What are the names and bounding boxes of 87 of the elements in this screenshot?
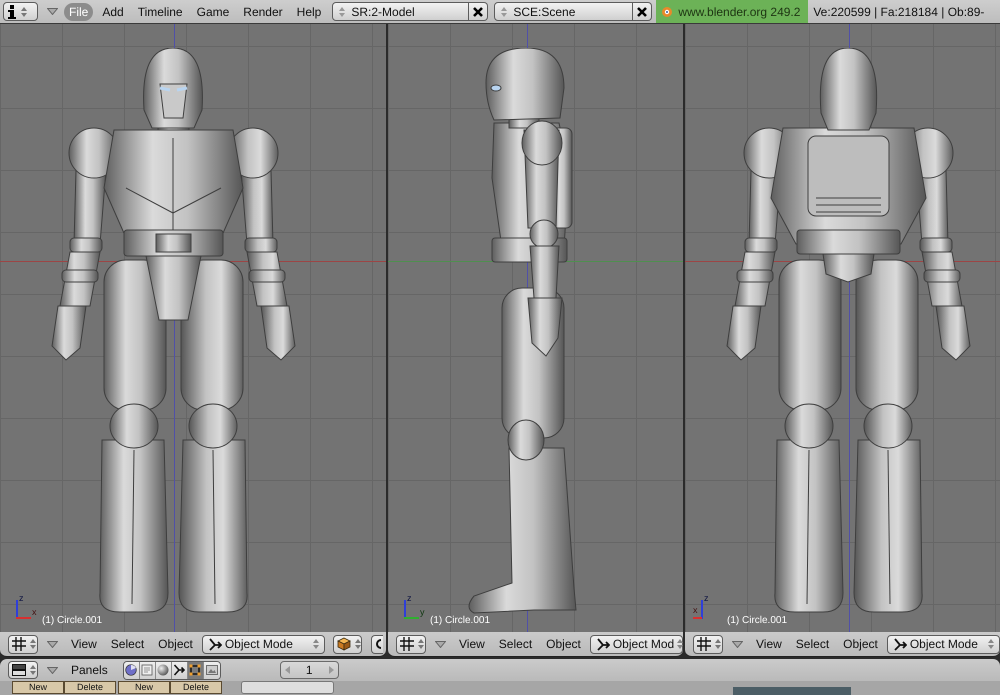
scene-selector[interactable]: SCE:Scene — [494, 2, 634, 21]
menu-item[interactable]: Select — [494, 635, 538, 653]
updown-icon — [312, 639, 319, 649]
orb-icon — [125, 664, 138, 676]
axis-arrow-icon — [208, 638, 222, 650]
close-icon — [637, 6, 648, 16]
menu-item[interactable]: Object — [153, 635, 198, 653]
updown-icon — [677, 639, 683, 649]
axis-label: z — [19, 594, 24, 603]
updown-icon — [715, 639, 721, 649]
menu-item[interactable]: Add — [97, 2, 129, 20]
vertex-square-icon — [189, 664, 202, 676]
editor-type-button[interactable] — [693, 634, 723, 654]
updown-icon — [354, 639, 361, 649]
collapse-triangle-icon[interactable] — [435, 640, 446, 648]
panel-button[interactable]: New — [12, 681, 64, 694]
grid-icon — [400, 637, 414, 651]
menu-item[interactable]: Render — [238, 2, 288, 20]
pivot-button[interactable] — [370, 634, 383, 654]
menu-item[interactable]: Select — [106, 635, 150, 653]
updown-icon — [21, 6, 27, 16]
panel-button[interactable]: New — [118, 681, 170, 694]
editor-type-button[interactable] — [396, 634, 426, 654]
object-name-label: (1) Circle.001 — [430, 615, 490, 627]
mode-dropdown[interactable]: Object Mode — [202, 634, 325, 654]
screen-selector[interactable]: SR:2-Model — [332, 2, 470, 21]
axis-label: y — [420, 608, 424, 617]
collapse-triangle-icon[interactable] — [47, 640, 58, 648]
3d-viewport[interactable]: z x (1) Circle.001 — [0, 24, 386, 632]
object-name-label: (1) Circle.001 — [42, 615, 102, 627]
menu-item[interactable]: Help — [292, 2, 326, 20]
cube-icon — [336, 637, 351, 651]
panel-button[interactable]: Delete — [64, 681, 116, 694]
menu-item[interactable]: Timeline — [132, 2, 188, 20]
close-icon — [473, 6, 484, 16]
updown-icon — [988, 639, 994, 649]
menu-item[interactable]: Select — [790, 635, 834, 653]
grid-icon — [697, 637, 711, 651]
logo-icon — [661, 6, 674, 18]
axis-arrow-icon — [596, 638, 610, 650]
editor-type-button[interactable] — [8, 634, 38, 654]
object-name-label: (1) Circle.001 — [727, 615, 788, 627]
mode-dropdown[interactable]: Object Mod — [590, 634, 683, 654]
axis-label: z — [407, 594, 412, 603]
window-type-button[interactable] — [3, 2, 38, 21]
context-tab[interactable] — [124, 662, 140, 678]
ring-icon — [374, 638, 382, 650]
updown-icon — [418, 639, 424, 649]
menu-item[interactable]: Object — [541, 635, 586, 653]
draw-type-button[interactable] — [332, 634, 362, 654]
menu-item[interactable]: Game — [192, 2, 234, 20]
collapse-triangle-icon[interactable] — [732, 640, 743, 648]
updown-icon — [30, 665, 36, 675]
image-icon — [206, 664, 218, 676]
3d-viewport[interactable]: z x (1) Circle.001 — [685, 24, 1000, 632]
context-tab[interactable] — [172, 662, 188, 678]
axis-label: x — [32, 608, 36, 617]
scene-stats: Ve:220599 | Fa:218184 | Ob:89- — [813, 4, 984, 18]
updown-icon — [339, 6, 346, 16]
menu-item[interactable]: View — [751, 635, 787, 653]
collapse-triangle-icon[interactable] — [47, 8, 58, 15]
menu-item[interactable]: View — [66, 635, 102, 653]
version-label: www.blender.org 249.2 — [678, 4, 800, 18]
panel-field[interactable] — [241, 681, 334, 694]
menu-item[interactable]: View — [454, 635, 490, 653]
collapse-triangle-icon[interactable] — [47, 666, 58, 674]
axis-label: x — [693, 606, 698, 615]
document-icon — [141, 664, 154, 676]
sphere-icon — [157, 664, 170, 676]
list-icon — [12, 664, 26, 676]
editor-type-button[interactable] — [8, 661, 38, 679]
3d-viewport[interactable]: z y (1) Circle.001 — [388, 24, 683, 632]
panel-button[interactable]: Delete — [170, 681, 222, 694]
panels-menu[interactable]: Panels — [66, 661, 113, 679]
updown-icon — [501, 6, 508, 16]
menu-item[interactable]: Object — [838, 635, 883, 653]
axis-arrow-icon — [173, 664, 186, 676]
axis-label: z — [704, 594, 708, 603]
grid-icon — [12, 637, 26, 651]
context-tab[interactable] — [188, 662, 204, 678]
mode-dropdown[interactable]: Object Mode — [886, 634, 1000, 654]
delete-screen-button[interactable] — [469, 2, 488, 21]
info-icon — [8, 4, 16, 18]
frame-number: 1 — [306, 663, 313, 677]
updown-icon — [30, 639, 36, 649]
axis-arrow-icon — [892, 638, 907, 650]
delete-scene-button[interactable] — [633, 2, 652, 21]
